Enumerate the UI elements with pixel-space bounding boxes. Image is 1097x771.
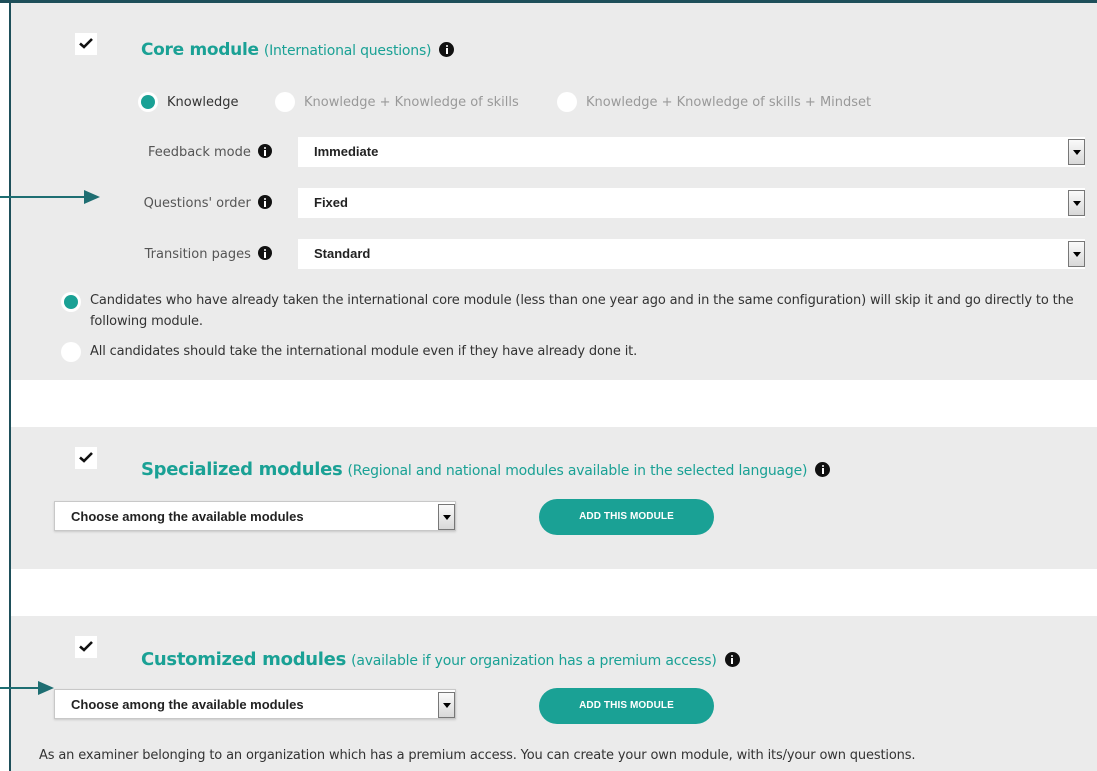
core-module-title: Core module (International questions) [141, 40, 455, 60]
chevron-down-icon [438, 504, 455, 530]
chevron-down-icon [438, 692, 455, 718]
transition-pages-select[interactable]: Standard [298, 239, 1085, 269]
customized-modules-title: Customized modules (available if your or… [141, 649, 740, 670]
skip-option-radio-skip[interactable] [61, 292, 81, 312]
customized-modules-select-value: Choose among the available modules [71, 697, 304, 712]
customized-modules-note: As an examiner belonging to an organizat… [39, 748, 916, 763]
core-module-checkbox[interactable] [75, 33, 97, 55]
specialized-modules-title-main: Specialized modules [141, 459, 343, 480]
feedback-mode-value: Immediate [314, 144, 379, 159]
info-icon[interactable] [439, 42, 455, 57]
questions-order-select[interactable]: Fixed [298, 188, 1085, 218]
feedback-mode-label-text: Feedback mode [147, 145, 251, 160]
chevron-down-icon [1068, 139, 1085, 165]
annotation-arrow-line [0, 687, 40, 689]
skip-option-text-all: All candidates should take the internati… [90, 344, 638, 359]
check-icon [79, 641, 93, 652]
skip-option-radio-all[interactable] [61, 342, 81, 362]
level-radio-knowledge[interactable] [138, 92, 158, 112]
specialized-modules-panel [11, 427, 1097, 569]
skip-option-text-skip: Candidates who have already taken the in… [90, 293, 1074, 329]
customized-modules-title-main: Customized modules [141, 649, 346, 670]
core-module-title-main: Core module [141, 40, 259, 60]
level-radio-knowledge-skills-mindset[interactable] [557, 92, 577, 112]
specialized-modules-title: Specialized modules (Regional and nation… [141, 459, 831, 480]
info-icon[interactable] [258, 144, 272, 158]
level-label-knowledge: Knowledge [167, 95, 239, 110]
transition-pages-value: Standard [314, 246, 371, 261]
customized-modules-select[interactable]: Choose among the available modules [54, 689, 456, 719]
feedback-mode-select[interactable]: Immediate [298, 137, 1085, 167]
specialized-add-module-button[interactable]: ADD THIS MODULE [539, 499, 714, 535]
questions-order-label: Questions' order [120, 195, 272, 211]
questions-order-value: Fixed [314, 195, 348, 210]
specialized-modules-title-sub: (Regional and national modules available… [347, 463, 808, 479]
specialized-modules-select[interactable]: Choose among the available modules [54, 501, 456, 531]
info-icon[interactable] [258, 195, 272, 209]
annotation-arrow-head-icon [38, 681, 54, 695]
customized-modules-title-sub: (available if your organization has a pr… [351, 653, 717, 669]
info-icon[interactable] [258, 246, 272, 260]
level-label-knowledge-skills-mindset: Knowledge + Knowledge of skills + Mindse… [586, 95, 872, 110]
info-icon[interactable] [815, 462, 831, 477]
transition-pages-label: Transition pages [120, 246, 272, 262]
chevron-down-icon [1068, 190, 1085, 216]
annotation-arrow-line [0, 196, 86, 198]
specialized-modules-select-value: Choose among the available modules [71, 509, 304, 524]
customized-modules-checkbox[interactable] [75, 636, 97, 658]
info-icon[interactable] [724, 652, 740, 667]
feedback-mode-label: Feedback mode [120, 144, 272, 160]
transition-pages-label-text: Transition pages [144, 247, 251, 262]
core-module-title-sub: (International questions) [263, 43, 432, 59]
level-label-knowledge-skills: Knowledge + Knowledge of skills [304, 95, 519, 110]
questions-order-label-text: Questions' order [143, 196, 251, 211]
level-radio-knowledge-skills[interactable] [275, 92, 295, 112]
check-icon [79, 38, 93, 49]
customized-add-module-button[interactable]: ADD THIS MODULE [539, 688, 714, 724]
chevron-down-icon [1068, 241, 1085, 267]
annotation-arrow-head-icon [84, 190, 100, 204]
specialized-modules-checkbox[interactable] [75, 447, 97, 469]
check-icon [79, 452, 93, 463]
